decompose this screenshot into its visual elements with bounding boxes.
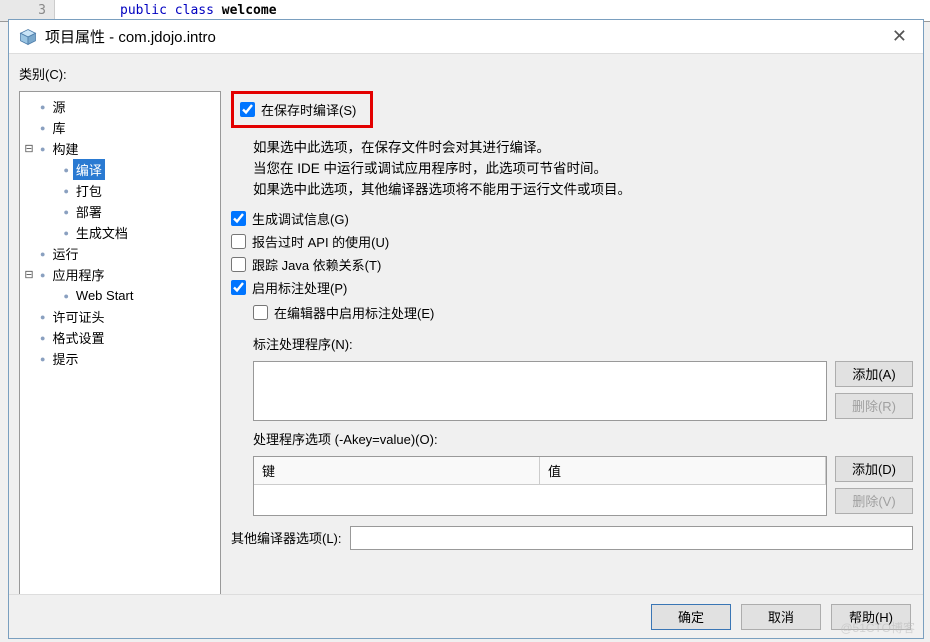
- tree-item[interactable]: ⊟ ● 构建: [22, 138, 218, 159]
- categories-label: 类别(C):: [19, 64, 913, 83]
- tree-item-label: Web Start: [73, 287, 137, 304]
- enable-annotation-editor-checkbox[interactable]: 在编辑器中启用标注处理(E): [253, 303, 913, 322]
- bullet-icon: ●: [40, 270, 45, 280]
- tree-item-label: 打包: [73, 180, 105, 201]
- tree-guide: [36, 204, 59, 219]
- highlighted-option: 在保存时编译(S): [231, 91, 373, 128]
- remove-processor-button[interactable]: 删除(R): [835, 393, 913, 419]
- tree-item[interactable]: ● 格式设置: [22, 327, 218, 348]
- tree-item[interactable]: ● 运行: [22, 243, 218, 264]
- tree-item[interactable]: ●库: [22, 117, 218, 138]
- other-compiler-options-input[interactable]: [350, 526, 913, 550]
- tree-item[interactable]: ● 生成文档: [22, 222, 218, 243]
- dialog-footer: 确定 取消 帮助(H): [9, 594, 923, 638]
- bullet-icon: ●: [63, 207, 68, 217]
- tree-item[interactable]: ● 打包: [22, 180, 218, 201]
- tree-guide: [36, 288, 59, 303]
- compile-on-save-description: 如果选中此选项，在保存文件时会对其进行编译。 当您在 IDE 中运行或调试应用程…: [253, 138, 913, 201]
- dialog-titlebar: 项目属性 - com.jdojo.intro ✕: [9, 20, 923, 54]
- tree-guide: [36, 162, 59, 177]
- enable-annotation-processing-checkbox[interactable]: 启用标注处理(P): [231, 278, 913, 297]
- processor-options-table[interactable]: 键 值: [253, 456, 827, 516]
- tree-item-label: 应用程序: [49, 264, 107, 285]
- remove-option-button[interactable]: 删除(V): [835, 488, 913, 514]
- bullet-icon: ●: [40, 123, 45, 133]
- tree-item-label: 提示: [49, 348, 81, 369]
- tree-item[interactable]: ● 许可证头: [22, 306, 218, 327]
- line-gutter: 3: [0, 0, 55, 21]
- annotation-processors-label: 标注处理程序(N):: [253, 334, 913, 353]
- tree-guide: [36, 183, 59, 198]
- tree-item-label: 部署: [73, 201, 105, 222]
- tree-item[interactable]: ⊟ ● 应用程序: [22, 264, 218, 285]
- bullet-icon: ●: [63, 165, 68, 175]
- bullet-icon: ●: [40, 312, 45, 322]
- report-deprecated-api-checkbox[interactable]: 报告过时 API 的使用(U): [231, 232, 913, 251]
- bullet-icon: ●: [63, 228, 68, 238]
- add-option-button[interactable]: 添加(D): [835, 456, 913, 482]
- project-properties-dialog: 项目属性 - com.jdojo.intro ✕ 类别(C): ●源 ●库⊟●构…: [8, 19, 924, 639]
- tree-item[interactable]: ● 编译: [22, 159, 218, 180]
- track-java-deps-checkbox[interactable]: 跟踪 Java 依赖关系(T): [231, 255, 913, 274]
- categories-tree[interactable]: ●源 ●库⊟●构建 ●编译 ●打包 ●部署 ●生成文档 ●运行⊟●应用程序 ●W…: [19, 91, 221, 611]
- collapse-icon[interactable]: ⊟: [22, 268, 36, 281]
- tree-item[interactable]: ●源: [22, 96, 218, 117]
- tree-item-label: 许可证头: [49, 306, 107, 327]
- other-compiler-options-label: 其他编译器选项(L):: [231, 528, 342, 547]
- generate-debug-info-checkbox[interactable]: 生成调试信息(G): [231, 209, 913, 228]
- tree-guide: [36, 225, 59, 240]
- key-column-header: 键: [254, 457, 540, 485]
- tree-item[interactable]: ● 部署: [22, 201, 218, 222]
- dialog-title: 项目属性 - com.jdojo.intro: [45, 26, 216, 47]
- annotation-processors-list[interactable]: [253, 361, 827, 421]
- tree-item-label: 源: [49, 96, 68, 117]
- tree-item[interactable]: ● 提示: [22, 348, 218, 369]
- bullet-icon: ●: [40, 333, 45, 343]
- tree-item[interactable]: ● Web Start: [22, 285, 218, 306]
- tree-item-label: 编译: [73, 159, 105, 180]
- bullet-icon: ●: [63, 291, 68, 301]
- cancel-button[interactable]: 取消: [741, 604, 821, 630]
- ok-button[interactable]: 确定: [651, 604, 731, 630]
- bullet-icon: ●: [40, 354, 45, 364]
- bullet-icon: ●: [40, 249, 45, 259]
- bullet-icon: ●: [40, 102, 45, 112]
- processor-options-label: 处理程序选项 (-Akey=value)(O):: [253, 429, 913, 448]
- help-button[interactable]: 帮助(H): [831, 604, 911, 630]
- bullet-icon: ●: [40, 144, 45, 154]
- tree-item-label: 运行: [49, 243, 81, 264]
- close-icon[interactable]: ✕: [886, 26, 913, 47]
- tree-item-label: 生成文档: [73, 222, 131, 243]
- tree-item-label: 构建: [49, 138, 81, 159]
- add-processor-button[interactable]: 添加(A): [835, 361, 913, 387]
- value-column-header: 值: [540, 457, 826, 485]
- settings-panel: 在保存时编译(S) 如果选中此选项，在保存文件时会对其进行编译。 当您在 IDE…: [231, 91, 913, 594]
- code-line: public class welcome: [55, 3, 277, 18]
- collapse-icon[interactable]: ⊟: [22, 142, 36, 155]
- tree-item-label: 格式设置: [49, 327, 107, 348]
- compile-on-save-checkbox[interactable]: 在保存时编译(S): [240, 100, 356, 119]
- tree-item-label: 库: [49, 117, 68, 138]
- project-icon: [19, 28, 37, 46]
- bullet-icon: ●: [63, 186, 68, 196]
